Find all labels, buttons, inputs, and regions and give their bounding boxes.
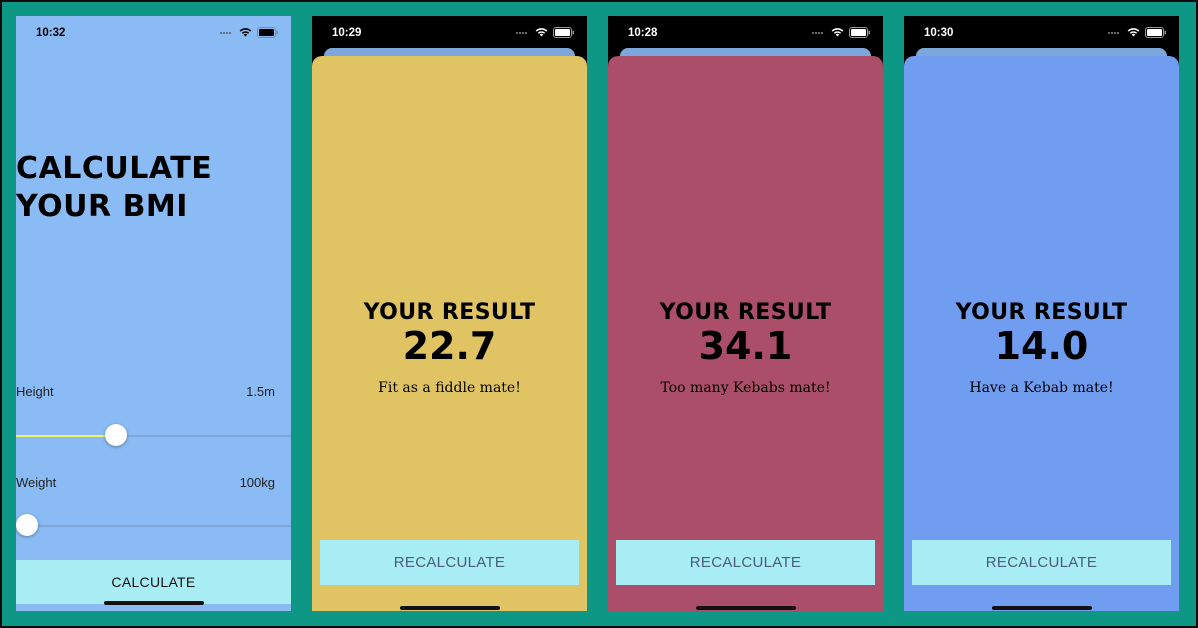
status-bar: 10:30 <box>904 16 1179 50</box>
result-advice: Fit as a fiddle mate! <box>378 380 521 396</box>
result-sheet: YOUR RESULT 22.7 Fit as a fiddle mate! R… <box>312 56 587 611</box>
height-value: 1.5m <box>246 384 275 399</box>
wifi-icon <box>831 27 844 37</box>
status-bar: 10:32 <box>16 16 291 50</box>
signal-dots-icon <box>516 30 530 34</box>
weight-value: 100kg <box>239 475 275 490</box>
title-line-2: YOUR BMI <box>16 189 188 224</box>
bmi-value: 14.0 <box>994 324 1089 368</box>
result-title: YOUR RESULT <box>955 300 1128 325</box>
home-indicator <box>400 606 500 610</box>
signal-dots-icon <box>220 30 234 34</box>
wifi-icon <box>535 27 548 37</box>
status-icons <box>812 26 871 38</box>
battery-icon <box>1145 26 1167 38</box>
home-indicator <box>696 606 796 610</box>
home-indicator <box>992 606 1092 610</box>
bmi-value: 34.1 <box>698 324 793 368</box>
weight-slider-track <box>16 525 291 527</box>
result-advice: Too many Kebabs mate! <box>660 380 831 396</box>
status-icons <box>516 26 575 38</box>
recalculate-button[interactable]: RECALCULATE <box>320 540 579 585</box>
signal-dots-icon <box>812 30 826 34</box>
battery-icon <box>849 26 871 38</box>
status-icons <box>220 26 279 38</box>
bmi-result-screen: 10:28 YOUR RESULT 34.1 Too many Kebabs m… <box>608 16 883 611</box>
status-time: 10:28 <box>628 27 658 39</box>
status-icons <box>1108 26 1167 38</box>
status-bar: 10:29 <box>312 16 587 50</box>
status-time: 10:32 <box>36 27 66 39</box>
result-title: YOUR RESULT <box>363 300 536 325</box>
weight-label: Weight <box>16 475 57 490</box>
recalculate-button[interactable]: RECALCULATE <box>912 540 1171 585</box>
bmi-input-screen: 10:32 CALCULATE YOUR BMI Height 1.5m Wei… <box>16 16 291 611</box>
bmi-result-screen: 10:29 YOUR RESULT 22.7 Fit as a fiddle m… <box>312 16 587 611</box>
result-sheet: YOUR RESULT 34.1 Too many Kebabs mate! R… <box>608 56 883 611</box>
home-indicator <box>104 601 204 605</box>
height-slider-thumb[interactable] <box>105 424 127 446</box>
status-bar: 10:28 <box>608 16 883 50</box>
signal-dots-icon <box>1108 30 1122 34</box>
weight-slider[interactable] <box>16 514 291 538</box>
status-time: 10:29 <box>332 27 362 39</box>
battery-icon <box>257 26 279 38</box>
wifi-icon <box>239 27 252 37</box>
result-title: YOUR RESULT <box>659 300 832 325</box>
status-time: 10:30 <box>924 27 954 39</box>
height-slider[interactable] <box>16 424 291 448</box>
page-title: CALCULATE YOUR BMI <box>16 150 276 226</box>
wifi-icon <box>1127 27 1140 37</box>
battery-icon <box>553 26 575 38</box>
calculate-button[interactable]: CALCULATE <box>16 560 291 604</box>
bmi-result-screen: 10:30 YOUR RESULT 14.0 Have a Kebab mate… <box>904 16 1179 611</box>
height-slider-fill <box>16 435 116 437</box>
result-advice: Have a Kebab mate! <box>969 380 1114 396</box>
bmi-value: 22.7 <box>402 324 497 368</box>
result-sheet: YOUR RESULT 14.0 Have a Kebab mate! RECA… <box>904 56 1179 611</box>
height-label: Height <box>16 384 54 399</box>
weight-slider-thumb[interactable] <box>16 514 38 536</box>
title-line-1: CALCULATE <box>16 151 213 186</box>
recalculate-button[interactable]: RECALCULATE <box>616 540 875 585</box>
